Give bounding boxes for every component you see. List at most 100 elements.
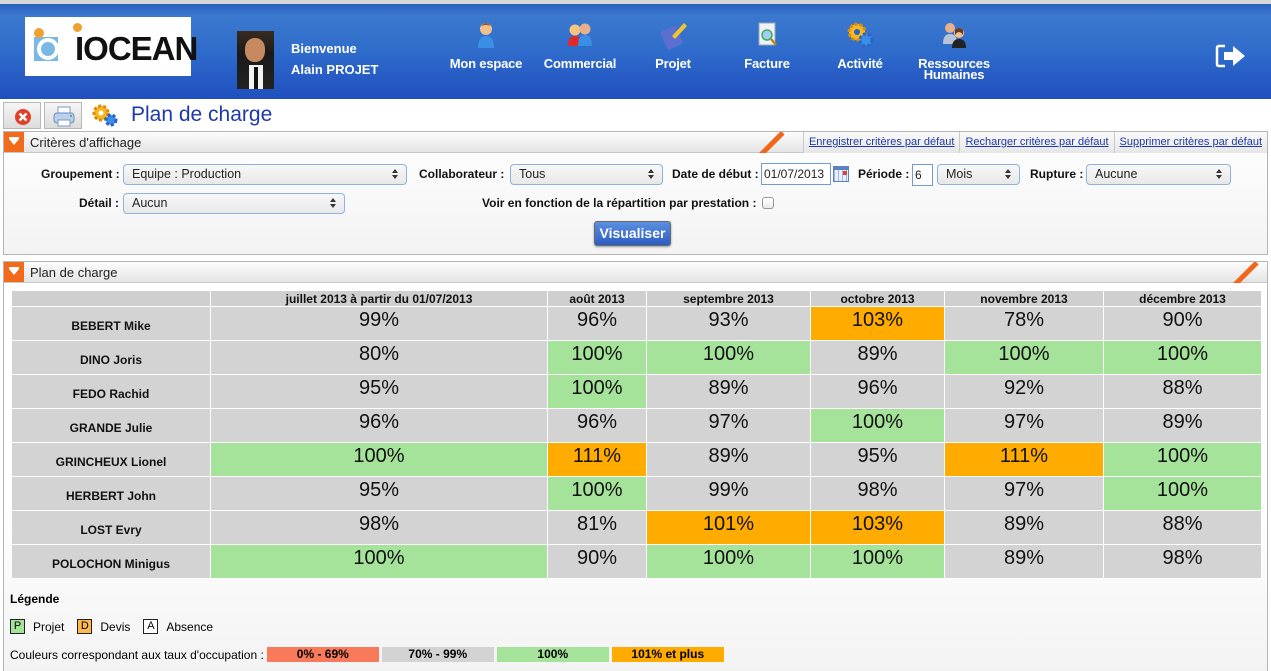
hr-icon — [943, 23, 966, 48]
delete-defaults-link[interactable]: Supprimer critères par défaut — [1113, 132, 1267, 153]
iocean-logo[interactable]: IOCEAN — [25, 17, 198, 76]
nav-mon-espace[interactable]: Mon espace — [441, 20, 531, 70]
load-cell[interactable]: 89% — [1103, 408, 1262, 443]
load-cell[interactable]: 97% — [944, 476, 1104, 511]
load-cell[interactable]: 80% — [210, 340, 548, 375]
load-cell[interactable]: 100% — [810, 544, 945, 579]
load-cell[interactable]: 101% — [646, 510, 811, 545]
load-cell[interactable]: 111% — [944, 442, 1104, 477]
select-arrows-icon — [648, 169, 654, 180]
load-cell[interactable]: 98% — [1103, 544, 1262, 579]
table-row: GRINCHEUX Lionel 100% 111% 89% 95% 111% 100% — [11, 442, 1262, 477]
rupture-label: Rupture : — [1030, 167, 1084, 181]
load-cell[interactable]: 89% — [646, 374, 811, 409]
load-cell[interactable]: 95% — [810, 442, 945, 477]
reload-defaults-link[interactable]: Recharger critères par défaut — [959, 132, 1114, 153]
visualiser-button[interactable]: Visualiser — [594, 221, 671, 246]
load-cell[interactable]: 99% — [646, 476, 811, 511]
load-cell[interactable]: 99% — [210, 306, 548, 341]
load-cell[interactable]: 97% — [944, 408, 1104, 443]
collaborateur-select[interactable]: Tous — [510, 164, 663, 185]
collapse-toggle-icon[interactable] — [4, 262, 24, 282]
load-cell[interactable]: 89% — [944, 510, 1104, 545]
load-cell[interactable]: 100% — [547, 340, 647, 375]
load-cell[interactable]: 100% — [1103, 442, 1262, 477]
date-debut-input[interactable]: 01/07/2013 — [761, 163, 831, 185]
load-cell[interactable]: 96% — [210, 408, 548, 443]
criteria-panel: Critères d'affichage Enregistrer critère… — [3, 131, 1268, 255]
load-cell[interactable]: 93% — [646, 306, 811, 341]
detail-select[interactable]: Aucun — [123, 193, 345, 214]
rate-box-over: 101% et plus — [611, 647, 724, 662]
periode-unit-select[interactable]: Mois — [937, 164, 1020, 185]
column-header: juillet 2013 à partir du 01/07/2013 — [210, 290, 548, 307]
occupation-rates-legend: Couleurs correspondant aux taux d'occupa… — [10, 647, 724, 662]
load-cell[interactable]: 98% — [810, 476, 945, 511]
legend-label-projet: Projet — [33, 619, 65, 634]
load-cell[interactable]: 100% — [210, 442, 548, 477]
user-avatar — [237, 31, 274, 89]
gears-icon — [847, 22, 874, 48]
load-cell[interactable]: 89% — [944, 544, 1104, 579]
load-cell[interactable]: 100% — [646, 340, 811, 375]
load-cell[interactable]: 98% — [210, 510, 548, 545]
load-cell[interactable]: 81% — [547, 510, 647, 545]
load-cell[interactable]: 100% — [810, 408, 945, 443]
load-cell[interactable]: 103% — [810, 510, 945, 545]
nav-projet[interactable]: Projet — [628, 20, 718, 70]
nav-commercial[interactable]: Commercial — [535, 20, 625, 70]
print-button[interactable] — [44, 102, 82, 129]
decor-slash — [1230, 262, 1262, 283]
legend-key-absence: A — [143, 619, 159, 634]
load-cell[interactable]: 88% — [1103, 374, 1262, 409]
close-button[interactable] — [3, 102, 41, 129]
criteria-panel-title: Critères d'affichage — [30, 135, 142, 150]
select-arrows-icon — [330, 198, 336, 209]
logout-icon[interactable] — [1215, 42, 1249, 70]
plan-panel-title: Plan de charge — [30, 265, 118, 280]
load-cell[interactable]: 92% — [944, 374, 1104, 409]
plan-panel: Plan de charge juillet 2013 à partir du … — [3, 261, 1268, 671]
calendar-icon[interactable] — [833, 166, 849, 182]
legend-title: Légende — [10, 592, 60, 606]
rupture-value: Aucune — [1095, 167, 1138, 181]
load-cell[interactable]: 96% — [547, 306, 647, 341]
rupture-select[interactable]: Aucune — [1086, 164, 1231, 185]
load-cell[interactable]: 100% — [646, 544, 811, 579]
load-cell[interactable]: 90% — [547, 544, 647, 579]
nav-facture[interactable]: Facture — [722, 20, 812, 70]
legend-key-devis: D — [77, 619, 93, 634]
load-cell[interactable]: 96% — [547, 408, 647, 443]
load-cell[interactable]: 90% — [1103, 306, 1262, 341]
load-cell[interactable]: 100% — [1103, 340, 1262, 375]
load-cell[interactable]: 78% — [944, 306, 1104, 341]
load-cell[interactable]: 100% — [210, 544, 548, 579]
repartition-checkbox[interactable] — [762, 197, 774, 209]
legend-label-absence: Absence — [166, 619, 214, 634]
load-cell[interactable]: 89% — [810, 340, 945, 375]
periode-unit-value: Mois — [946, 167, 973, 181]
load-cell[interactable]: 96% — [810, 374, 945, 409]
load-cell[interactable]: 88% — [1103, 510, 1262, 545]
load-cell[interactable]: 100% — [547, 374, 647, 409]
load-cell[interactable]: 100% — [1103, 476, 1262, 511]
criteria-panel-header: Critères d'affichage Enregistrer critère… — [4, 132, 1267, 153]
load-cell[interactable]: 95% — [210, 374, 548, 409]
periode-input[interactable]: 6 — [912, 164, 933, 186]
nav-activite[interactable]: Activité — [815, 20, 905, 70]
user-icon — [478, 23, 494, 48]
groupement-select[interactable]: Equipe : Production — [123, 164, 407, 185]
load-cell[interactable]: 103% — [810, 306, 945, 341]
load-cell[interactable]: 89% — [646, 442, 811, 477]
table-row: BEBERT Mike 99% 96% 93% 103% 78% 90% — [11, 306, 1262, 341]
user-name: Alain PROJET — [291, 62, 379, 77]
nav-ressources-humaines[interactable]: Ressources Humaines — [909, 20, 999, 81]
load-cell[interactable]: 100% — [547, 476, 647, 511]
load-cell[interactable]: 97% — [646, 408, 811, 443]
rate-box-mid: 70% - 99% — [381, 647, 494, 662]
collapse-toggle-icon[interactable] — [4, 132, 24, 152]
load-cell[interactable]: 100% — [944, 340, 1104, 375]
save-defaults-link[interactable]: Enregistrer critères par défaut — [802, 132, 960, 153]
load-cell[interactable]: 95% — [210, 476, 548, 511]
load-cell[interactable]: 111% — [547, 442, 647, 477]
